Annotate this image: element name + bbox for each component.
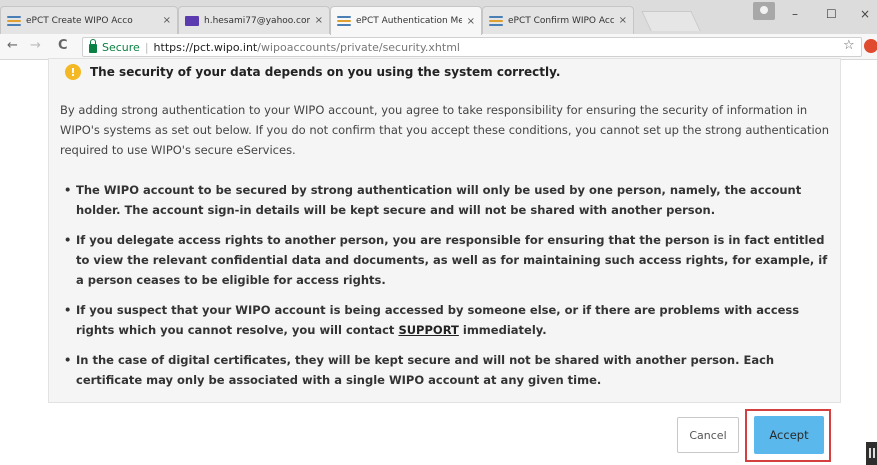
extension-icon[interactable] <box>864 39 877 53</box>
url-host: https://pct.wipo.int <box>153 40 258 54</box>
bookmark-star-icon[interactable]: ☆ <box>843 38 855 53</box>
url-input[interactable]: Secure | https://pct.wipo.int/wipoaccoun… <box>82 37 862 57</box>
tab-close-icon[interactable]: × <box>619 15 627 26</box>
cancel-button[interactable]: Cancel <box>677 417 739 453</box>
warning-row: ! The security of your data depends on y… <box>65 64 560 80</box>
terms-item: If you suspect that your WIPO account is… <box>64 300 834 340</box>
tab-title: ePCT Create WIPO Acco <box>26 15 133 26</box>
terms-item: The WIPO account to be secured by strong… <box>64 180 834 220</box>
wipo-favicon-icon <box>7 15 21 26</box>
tab-confirm-wipo-account[interactable]: ePCT Confirm WIPO Acc × <box>482 6 634 34</box>
new-tab-button[interactable] <box>641 11 701 31</box>
terms-item: If you delegate access rights to another… <box>64 230 834 290</box>
url-path: /wipoaccounts/private/security.xhtml <box>257 40 460 54</box>
terms-item: In the case of digital certificates, the… <box>64 350 834 390</box>
profile-icon[interactable] <box>753 2 775 20</box>
minimize-icon[interactable]: – <box>792 7 798 21</box>
intro-paragraph: By adding strong authentication to your … <box>60 103 829 157</box>
tab-yahoo-mail[interactable]: h.hesami77@yahoo.com × <box>178 6 330 34</box>
window-close-icon[interactable]: × <box>860 7 870 21</box>
lock-icon <box>89 39 97 53</box>
tab-close-icon[interactable]: × <box>315 15 323 26</box>
pause-icon[interactable] <box>866 442 877 465</box>
warning-message: The security of your data depends on you… <box>90 65 561 79</box>
mail-favicon-icon <box>185 15 199 26</box>
forward-icon[interactable]: → <box>30 38 41 53</box>
tab-title: h.hesami77@yahoo.com <box>204 15 310 26</box>
tab-title: ePCT Confirm WIPO Acc <box>508 15 614 26</box>
url-separator: | <box>144 40 149 54</box>
reload-icon[interactable]: C <box>58 38 68 53</box>
tab-bar: ePCT Create WIPO Acco × h.hesami77@yahoo… <box>0 0 877 35</box>
accept-button[interactable]: Accept <box>754 416 824 454</box>
wipo-favicon-icon <box>337 16 351 26</box>
terms-item-text: immediately. <box>458 323 547 337</box>
wipo-favicon-icon <box>489 15 503 26</box>
tab-authentication[interactable]: ePCT Authentication Me × <box>330 6 482 35</box>
secure-label: Secure <box>102 40 140 54</box>
security-terms-panel: ! The security of your data depends on y… <box>48 58 841 403</box>
tab-create-wipo-account[interactable]: ePCT Create WIPO Acco × <box>0 6 178 34</box>
warning-icon: ! <box>65 64 81 80</box>
back-icon[interactable]: ← <box>7 38 18 53</box>
address-bar: ← → C Secure | https://pct.wipo.int/wipo… <box>0 34 877 60</box>
tab-close-icon[interactable]: × <box>163 15 171 26</box>
terms-list: The WIPO account to be secured by strong… <box>64 180 834 400</box>
tab-close-icon[interactable]: × <box>467 16 475 27</box>
maximize-icon[interactable]: ☐ <box>826 7 837 21</box>
support-link[interactable]: SUPPORT <box>398 323 458 337</box>
tab-title: ePCT Authentication Me <box>356 16 462 26</box>
